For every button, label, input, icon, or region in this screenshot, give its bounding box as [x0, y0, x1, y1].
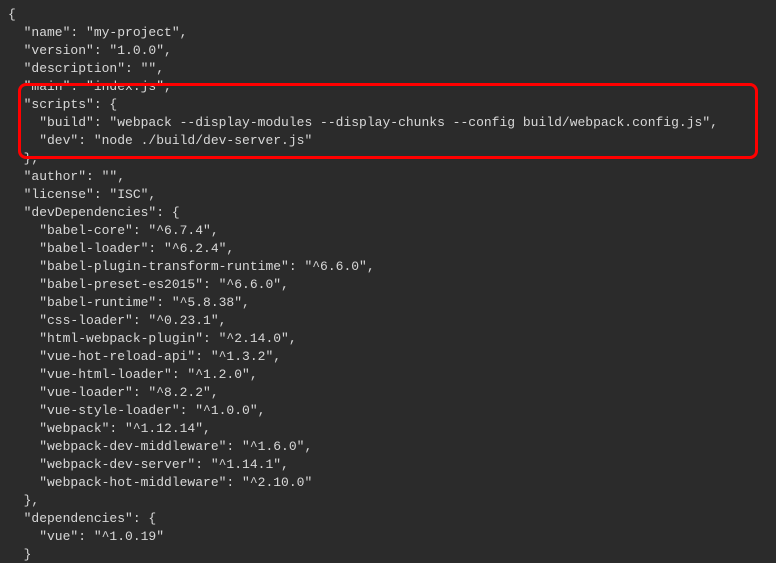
code-line: "vue": "^1.0.19"	[8, 529, 164, 544]
code-line: "babel-runtime": "^5.8.38",	[8, 295, 250, 310]
code-line: "name": "my-project",	[8, 25, 187, 40]
code-line: },	[8, 151, 39, 166]
code-line: "webpack-dev-server": "^1.14.1",	[8, 457, 289, 472]
code-line: "build": "webpack --display-modules --di…	[8, 115, 718, 130]
code-line: {	[8, 7, 16, 22]
code-line: "license": "ISC",	[8, 187, 156, 202]
code-line: "scripts": {	[8, 97, 117, 112]
code-line: "vue-html-loader": "^1.2.0",	[8, 367, 258, 382]
code-line: "css-loader": "^0.23.1",	[8, 313, 226, 328]
code-line: "babel-preset-es2015": "^6.6.0",	[8, 277, 289, 292]
code-line: },	[8, 493, 39, 508]
code-line: "html-webpack-plugin": "^2.14.0",	[8, 331, 297, 346]
code-line: "version": "1.0.0",	[8, 43, 172, 58]
code-line: "devDependencies": {	[8, 205, 180, 220]
code-line: "webpack-dev-middleware": "^1.6.0",	[8, 439, 312, 454]
code-line: "webpack": "^1.12.14",	[8, 421, 211, 436]
code-line: "babel-loader": "^6.2.4",	[8, 241, 234, 256]
code-line: }	[8, 547, 31, 562]
code-line: "author": "",	[8, 169, 125, 184]
code-line: "vue-hot-reload-api": "^1.3.2",	[8, 349, 281, 364]
code-line: "description": "",	[8, 61, 164, 76]
code-line: "main": "index.js",	[8, 79, 172, 94]
code-line: "vue-loader": "^8.2.2",	[8, 385, 219, 400]
code-line: "babel-plugin-transform-runtime": "^6.6.…	[8, 259, 375, 274]
code-line: "webpack-hot-middleware": "^2.10.0"	[8, 475, 312, 490]
code-line: "babel-core": "^6.7.4",	[8, 223, 219, 238]
code-line: "dependencies": {	[8, 511, 156, 526]
code-block: { "name": "my-project", "version": "1.0.…	[0, 0, 776, 563]
code-line: "dev": "node ./build/dev-server.js"	[8, 133, 312, 148]
code-line: "vue-style-loader": "^1.0.0",	[8, 403, 265, 418]
